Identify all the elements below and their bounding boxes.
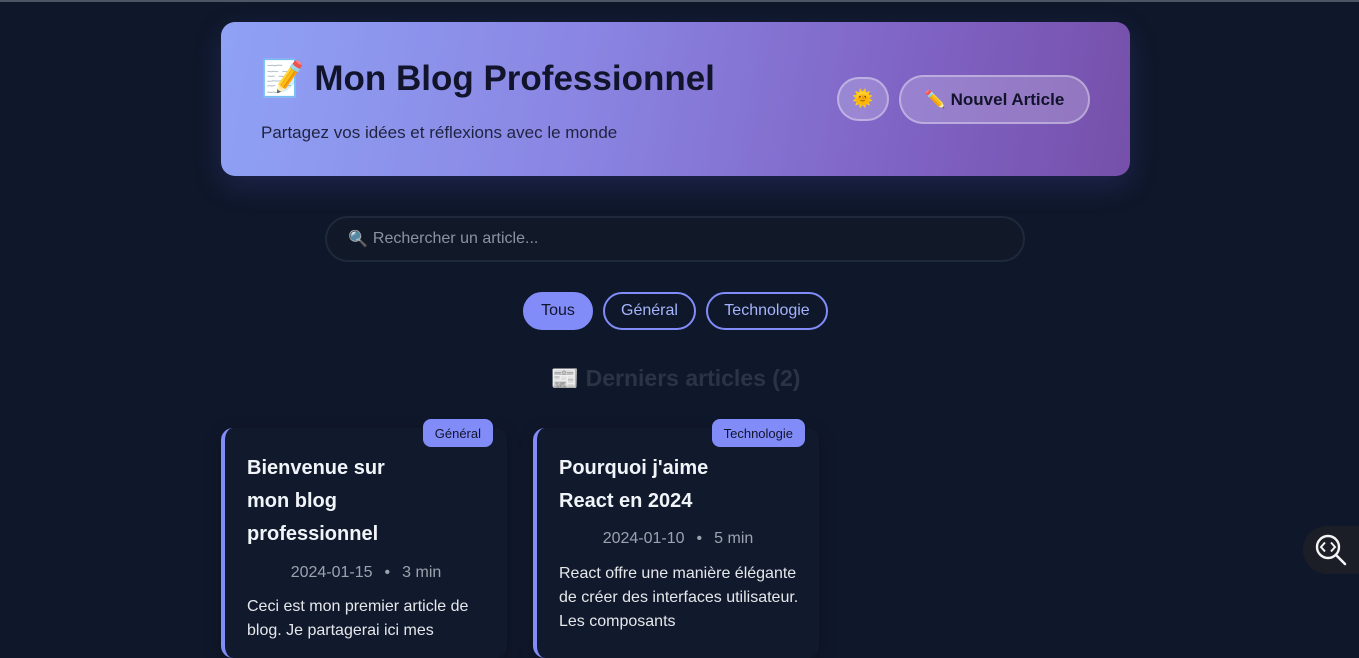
sun-icon: 🌞 [852, 89, 874, 108]
category-badge: Technologie [711, 419, 805, 447]
new-article-button[interactable]: ✏️ Nouvel Article [899, 75, 1090, 124]
article-date: 2024-01-10 [602, 530, 685, 547]
site-title: 📝 Mon Blog Professionnel [261, 58, 715, 99]
meta-separator: • [384, 564, 391, 581]
newspaper-icon: 📰 [550, 365, 580, 391]
meta-separator: • [696, 530, 703, 547]
article-meta: 2024-01-10 • 5 min [537, 530, 819, 548]
search-icon: 🔍 [348, 231, 368, 248]
article-meta: 2024-01-15 • 3 min [225, 564, 507, 582]
memo-icon: 📝 [261, 59, 305, 98]
filter-general[interactable]: Général [603, 292, 696, 330]
article-date: 2024-01-15 [290, 564, 373, 581]
filter-technologie[interactable]: Technologie [706, 292, 828, 330]
code-inspect-button[interactable] [1303, 526, 1359, 574]
section-title: 📰 Derniers articles (2) [0, 365, 1351, 392]
filter-tous[interactable]: Tous [523, 292, 593, 330]
article-card[interactable]: Général Bienvenue sur mon blog professio… [221, 419, 507, 658]
code-zoom-icon [1315, 534, 1347, 566]
article-title[interactable]: Bienvenue sur mon blog professionnel [247, 452, 417, 551]
site-subtitle: Partagez vos idées et réflexions avec le… [261, 123, 618, 142]
article-excerpt: Ceci est mon premier article de blog. Je… [247, 598, 469, 639]
section-title-text: Derniers articles (2) [585, 365, 801, 391]
site-title-text: Mon Blog Professionnel [314, 59, 715, 98]
pencil-icon: ✏️ [924, 89, 946, 109]
category-badge: Général [422, 419, 493, 447]
article-read-time: 3 min [402, 564, 442, 581]
article-card[interactable]: Technologie Pourquoi j'aime React en 202… [533, 419, 819, 658]
search-bar[interactable]: 🔍 [325, 216, 1025, 262]
theme-toggle-button[interactable]: 🌞 [837, 77, 889, 121]
browser-top-border [0, 0, 1359, 2]
new-article-label: Nouvel Article [950, 89, 1065, 109]
article-excerpt: React offre une manière élégante de crée… [559, 565, 799, 630]
search-input[interactable] [372, 230, 973, 248]
article-title[interactable]: Pourquoi j'aime React en 2024 [559, 452, 729, 518]
category-filters: Tous Général Technologie [0, 292, 1359, 330]
article-read-time: 5 min [714, 530, 754, 547]
blog-header: 📝 Mon Blog Professionnel Partagez vos id… [221, 22, 1130, 176]
